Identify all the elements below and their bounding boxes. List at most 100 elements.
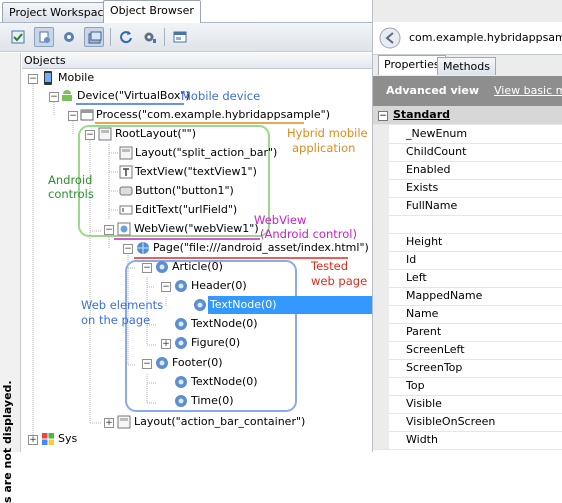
view-basic-members-link[interactable]: View basic mem <box>494 84 562 97</box>
property-row[interactable]: ScreenTop <box>373 359 562 378</box>
property-row[interactable]: VisibleOnScreen <box>373 413 562 432</box>
button-icon <box>119 186 133 196</box>
expand-toggle[interactable]: + <box>161 339 171 349</box>
property-row[interactable]: Parent <box>373 323 562 342</box>
property-row-gutter <box>373 323 389 341</box>
expand-toggle[interactable]: + <box>104 418 114 428</box>
advanced-view-label: Advanced view <box>386 84 480 97</box>
property-name: Top <box>406 379 425 392</box>
property-row-gutter <box>373 341 389 359</box>
tree-node-root-layout[interactable]: RootLayout("") <box>115 125 196 143</box>
android-icon <box>62 90 72 101</box>
property-row[interactable]: Id <box>373 251 562 270</box>
expand-toggle[interactable]: − <box>49 92 59 102</box>
expand-toggle[interactable]: − <box>85 130 95 140</box>
windows-logo-icon <box>42 433 54 445</box>
layout-icon <box>98 127 112 141</box>
show-objects-button[interactable] <box>8 27 28 47</box>
expand-toggle[interactable]: − <box>68 111 78 121</box>
property-row[interactable]: Height <box>373 233 562 252</box>
tree-node-figure[interactable]: Figure(0) <box>191 334 240 352</box>
tree-node-time[interactable]: Time(0) <box>191 392 234 410</box>
property-row[interactable]: ScreenLeft <box>373 341 562 360</box>
property-name: Visible <box>406 397 442 410</box>
property-row[interactable]: Width <box>373 431 562 450</box>
object-spy-button[interactable] <box>84 27 104 47</box>
property-row-gutter <box>373 179 389 197</box>
settings-gear-icon <box>64 32 74 42</box>
customize-button[interactable] <box>140 27 160 47</box>
tree-node-header[interactable]: Header(0) <box>191 277 247 295</box>
property-row-gutter <box>373 161 389 179</box>
tree-node-textview[interactable]: TextView("textView1") <box>135 163 257 181</box>
property-row-gutter <box>373 215 389 233</box>
property-row[interactable]: MappedName <box>373 287 562 306</box>
expand-toggle[interactable]: − <box>161 282 171 292</box>
property-name: Width <box>406 433 438 446</box>
tree-node-edittext[interactable]: EditText("urlField") <box>135 201 237 219</box>
tree-node-footer[interactable]: Footer(0) <box>172 354 223 372</box>
show-objects-icon <box>11 30 25 44</box>
toolbar-separator <box>164 28 165 46</box>
tree-node-textnode[interactable]: TextNode(0) <box>191 315 258 333</box>
process-icon <box>80 109 94 121</box>
tree-node-article[interactable]: Article(0) <box>172 258 223 276</box>
show-hidden-button[interactable] <box>34 27 54 47</box>
tree-node-layout-action-bar-container[interactable]: Layout("action_bar_container") <box>134 413 305 431</box>
tree-node-mobile[interactable]: Mobile <box>58 69 94 87</box>
property-group-standard[interactable]: − Standard <box>373 106 562 125</box>
web-page-globe-icon <box>137 242 149 254</box>
tree-node-process[interactable]: Process("com.example.hybridappsample") <box>96 106 330 124</box>
property-row-gutter <box>373 359 389 377</box>
property-name: Id <box>406 253 417 266</box>
annotation-android-line2: controls <box>48 187 94 201</box>
property-row[interactable]: Top <box>373 377 562 396</box>
property-row[interactable]: Left <box>373 269 562 288</box>
annotation-webview-line1: WebView <box>254 213 307 227</box>
expand-toggle[interactable]: − <box>104 225 114 235</box>
expand-toggle[interactable]: − <box>142 263 152 273</box>
layout-icon <box>119 146 133 160</box>
property-row[interactable]: FullName <box>373 197 562 216</box>
expand-toggle[interactable]: − <box>142 359 152 369</box>
property-row[interactable]: Visible <box>373 395 562 414</box>
tree-node-page[interactable]: Page("file:///android_asset/index.html") <box>153 239 369 257</box>
back-arrow-icon[interactable] <box>379 27 401 49</box>
expand-toggle[interactable]: − <box>123 244 133 254</box>
property-row[interactable]: _NewEnum <box>373 125 562 144</box>
layout-icon <box>117 415 131 429</box>
hidden-objects-notice: s are not displayed. <box>1 380 14 503</box>
annotation-android-line1: Android <box>48 173 93 187</box>
tree-node-layout-split-action-bar[interactable]: Layout("split_action_bar") <box>135 144 277 162</box>
property-name: FullName <box>406 199 458 212</box>
tree-node-textnode-selected[interactable]: TextNode(0) <box>208 296 374 314</box>
web-element-icon <box>156 261 168 273</box>
stored-objects-button[interactable] <box>170 27 190 47</box>
objects-header-label: Objects <box>24 54 66 67</box>
expand-toggle[interactable]: − <box>28 74 38 84</box>
tree-node-sys[interactable]: Sys <box>58 430 77 448</box>
tree-node-textnode[interactable]: TextNode(0) <box>191 373 258 391</box>
property-row[interactable]: Exists <box>373 179 562 198</box>
refresh-button[interactable] <box>116 27 136 47</box>
annotation-tested-line1: Tested <box>311 259 349 273</box>
property-row[interactable]: Name <box>373 305 562 324</box>
customize-gear-icon <box>144 32 156 43</box>
property-row[interactable]: ChildCount <box>373 143 562 162</box>
tab-project-workspace[interactable]: Project Workspace <box>2 2 118 22</box>
annotation-web-elements-line1: Web elements <box>81 298 164 312</box>
property-row-gutter <box>373 431 389 449</box>
expand-toggle[interactable]: + <box>28 435 38 445</box>
property-group-label: Standard <box>393 108 451 121</box>
collapse-toggle[interactable]: − <box>378 111 388 121</box>
tree-node-button[interactable]: Button("button1") <box>135 182 234 200</box>
settings-button[interactable] <box>59 27 79 47</box>
tab-properties[interactable]: Properties <box>378 55 446 75</box>
tree-node-webview[interactable]: WebView("webView1") <box>134 220 259 238</box>
tab-methods[interactable]: Methods <box>437 57 496 75</box>
property-row[interactable]: Enabled <box>373 161 562 180</box>
property-name: _NewEnum <box>406 127 468 140</box>
property-row[interactable] <box>373 215 562 234</box>
tree-node-device[interactable]: Device("VirtualBox") <box>77 87 190 105</box>
tab-object-browser[interactable]: Object Browser <box>103 0 201 23</box>
